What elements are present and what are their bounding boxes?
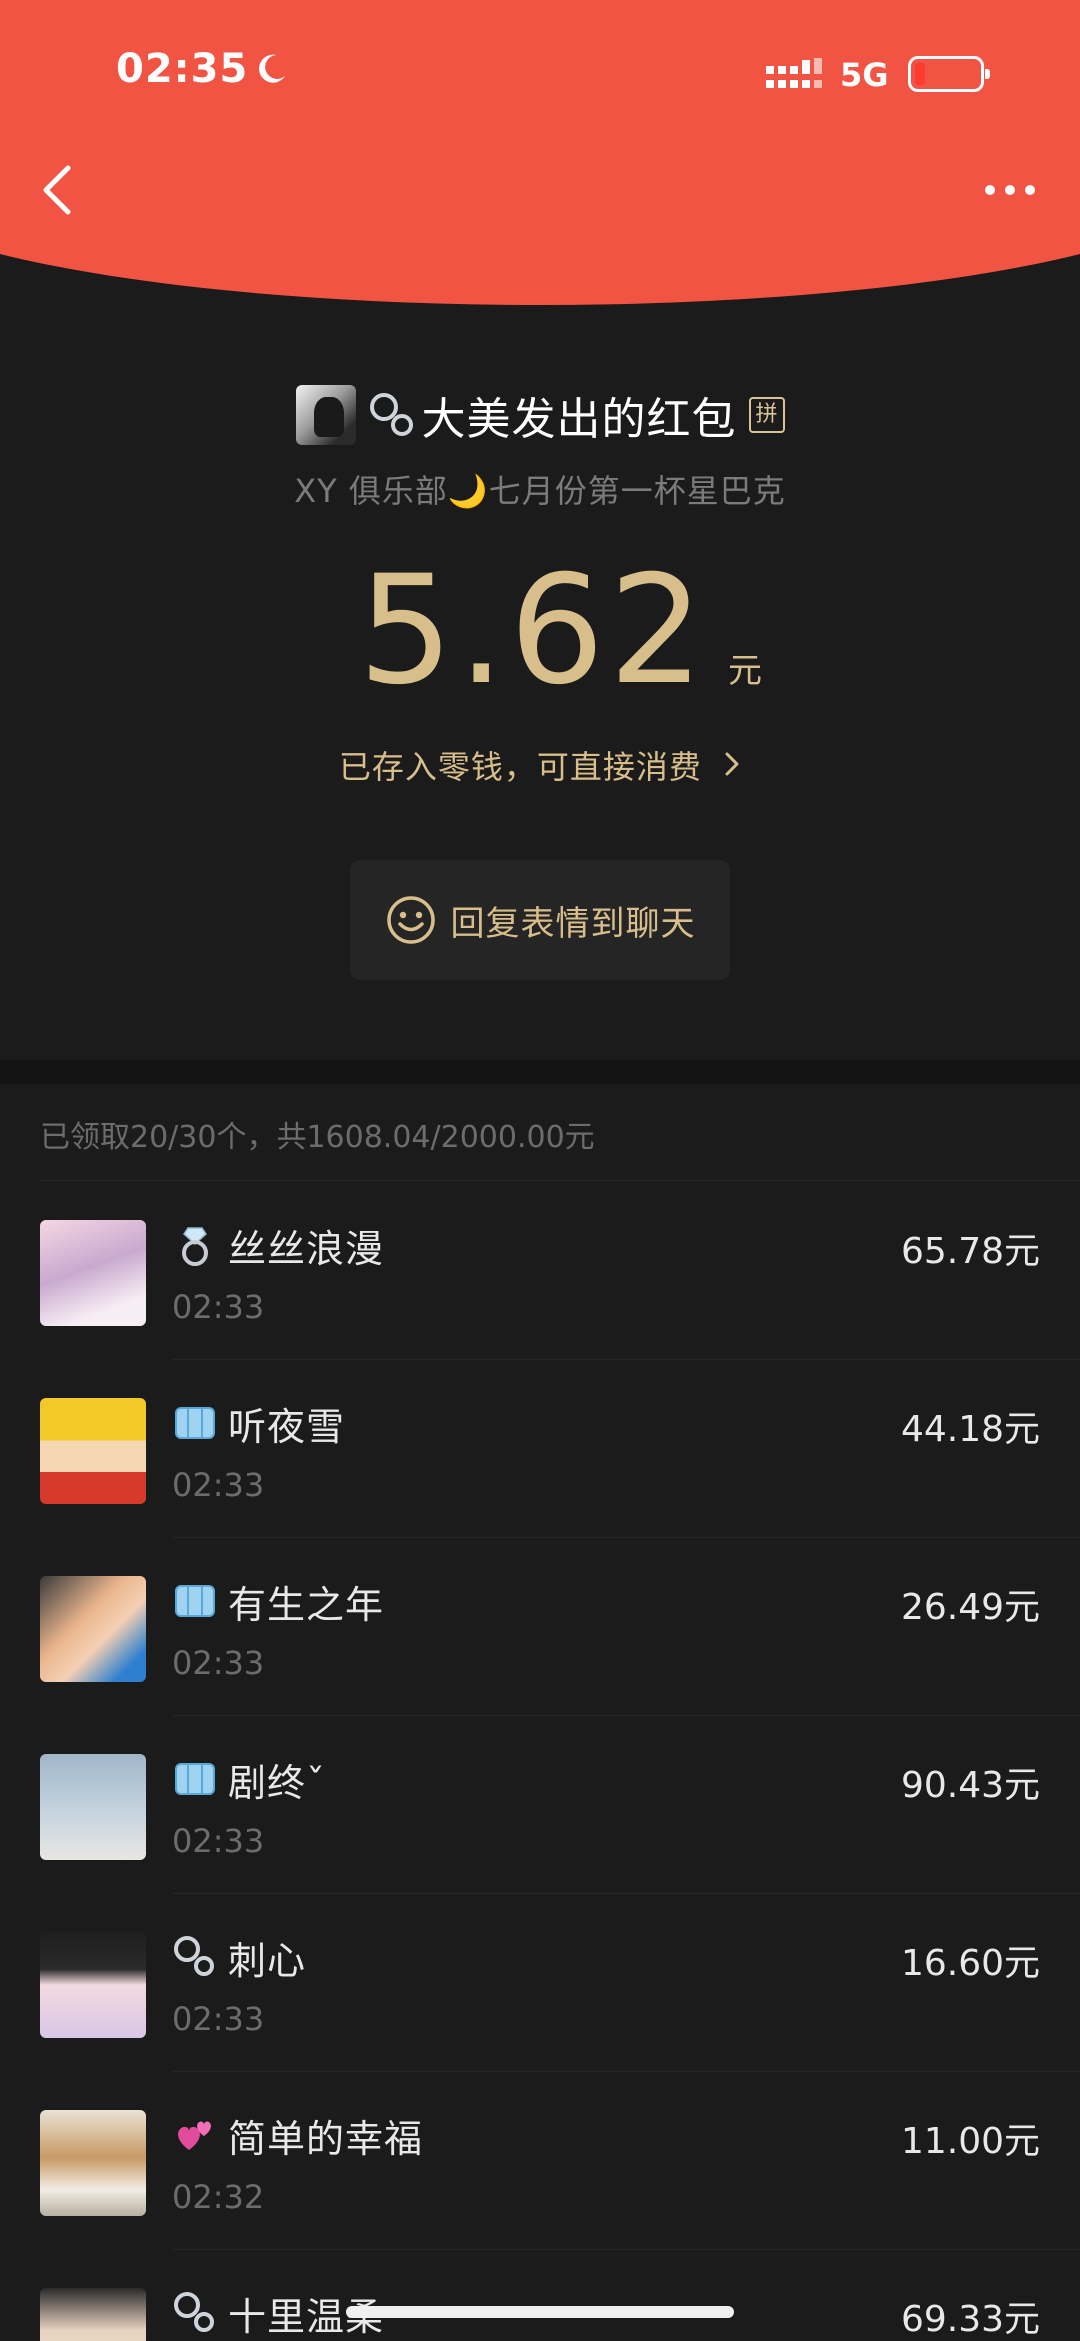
list-item[interactable]: 有生之年 02:33 26.49元 — [0, 1538, 1080, 1716]
avatar[interactable] — [40, 1576, 146, 1682]
claimer-name: 简单的幸福 — [228, 2116, 424, 2161]
claim-amount: 11.00元 — [900, 2121, 1040, 2162]
network-label: 5G — [840, 56, 889, 94]
list-item[interactable]: 简单的幸福 02:32 11.00元 — [0, 2072, 1080, 2250]
list-item[interactable]: 十里温柔 69.33元 — [0, 2250, 1080, 2341]
avatar[interactable] — [40, 1754, 146, 1860]
bubbles-icon — [369, 393, 413, 436]
received-amount: 5.62 — [358, 544, 708, 718]
more-options-button[interactable] — [982, 180, 1038, 200]
avatar[interactable] — [40, 1398, 146, 1504]
status-time: 02:35 — [116, 46, 249, 92]
avatar[interactable] — [40, 2110, 146, 2216]
list-item[interactable]: 剧终ˇ 02:33 90.43元 — [0, 1716, 1080, 1894]
avatar[interactable] — [40, 2288, 146, 2341]
claim-amount: 26.49元 — [900, 1587, 1040, 1628]
chevron-right-icon — [725, 752, 739, 776]
claim-time: 02:33 — [172, 1288, 265, 1326]
sender-title: 大美发出的红包 — [421, 394, 737, 445]
hearts-icon — [178, 2121, 211, 2150]
reply-sticker-button[interactable]: 回复表情到聊天 — [350, 860, 730, 980]
amount-row: 5.62 元 — [0, 556, 1080, 706]
signal-icon — [766, 58, 822, 88]
claim-amount: 16.60元 — [900, 1943, 1040, 1984]
claim-time: 02:33 — [172, 2000, 265, 2038]
group-packet-badge: 拼 — [748, 397, 785, 433]
claim-amount: 44.18元 — [900, 1409, 1040, 1450]
bubbles-icon — [174, 1936, 214, 1976]
back-button[interactable] — [38, 160, 78, 220]
ice-cube-icon — [175, 1585, 215, 1617]
avatar[interactable] — [40, 1220, 146, 1326]
list-item[interactable]: 丝丝浪漫 02:33 65.78元 — [0, 1182, 1080, 1360]
sender-row: 大美发出的红包 拼 — [0, 380, 1080, 450]
claimer-name: 丝丝浪漫 — [228, 1226, 385, 1271]
section-divider — [0, 1060, 1080, 1084]
stored-to-wallet-link[interactable]: 已存入零钱，可直接消费 — [0, 742, 1080, 788]
red-packet-detail-page: 02:35 5G 大美发出的红包 拼 XY 俱乐部🌙七月份第一杯星巴克 5.62… — [0, 0, 1080, 2341]
claim-amount: 65.78元 — [900, 1231, 1040, 1272]
bubbles-icon — [174, 2292, 214, 2332]
stored-text: 已存入零钱，可直接消费 — [338, 748, 702, 786]
claimer-name: 听夜雪 — [228, 1404, 346, 1449]
battery-low-icon — [908, 56, 990, 92]
claimer-name: 剧终ˇ — [228, 1760, 327, 1805]
claimer-name: 刺心 — [228, 1938, 307, 1983]
ice-cube-icon — [175, 1407, 215, 1439]
claimer-name: 有生之年 — [228, 1582, 385, 1627]
smile-icon — [386, 896, 435, 944]
moon-icon — [259, 54, 285, 83]
amount-unit: 元 — [727, 651, 762, 691]
claim-amount: 69.33元 — [900, 2299, 1040, 2340]
claim-time: 02:33 — [172, 1822, 265, 1860]
sender-avatar[interactable] — [295, 385, 356, 445]
divider — [40, 1180, 1080, 1181]
packet-greeting: XY 俱乐部🌙七月份第一杯星巴克 — [294, 472, 786, 510]
avatar[interactable] — [40, 1932, 146, 2038]
ring-icon — [182, 1227, 208, 1266]
claim-amount: 90.43元 — [900, 1765, 1040, 1806]
list-item[interactable]: 听夜雪 02:33 44.18元 — [0, 1360, 1080, 1538]
list-item[interactable]: 刺心 02:33 16.60元 — [0, 1894, 1080, 2072]
claim-time: 02:32 — [172, 2178, 265, 2216]
claim-summary: 已领取20/30个，共1608.04/2000.00元 — [40, 1120, 595, 1155]
reply-label: 回复表情到聊天 — [450, 903, 696, 944]
claim-time: 02:33 — [172, 1466, 265, 1504]
claim-time: 02:33 — [172, 1644, 265, 1682]
ice-cube-icon — [175, 1763, 215, 1795]
home-indicator[interactable] — [346, 2306, 734, 2318]
